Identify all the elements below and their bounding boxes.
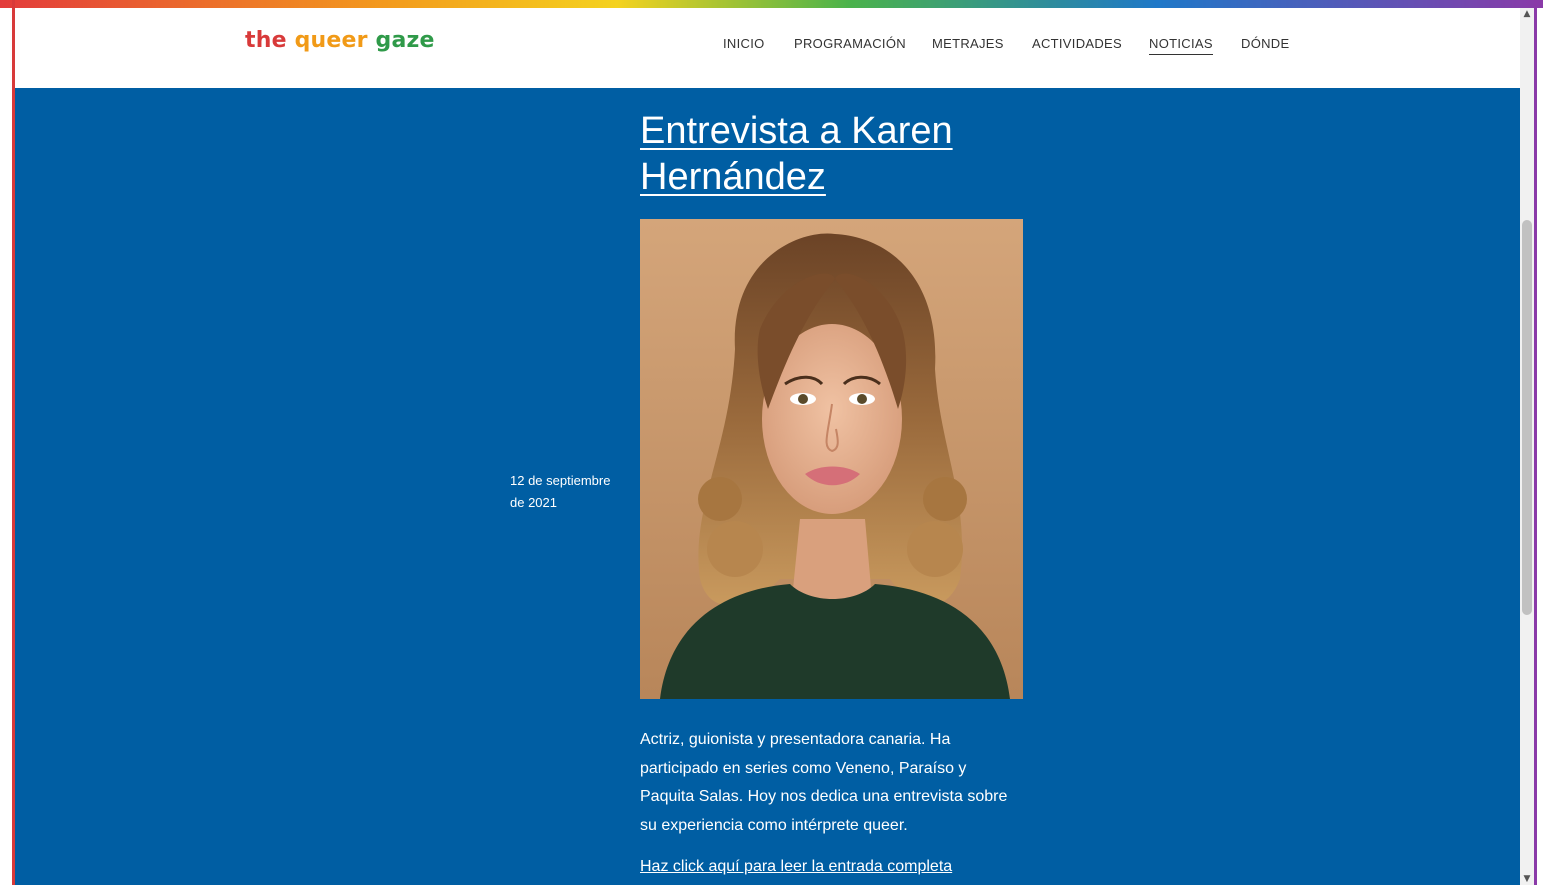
post-area: Entrevista a Karen Hernández 12 de septi… bbox=[15, 88, 1520, 885]
nav-item-noticias[interactable]: NOTICIAS bbox=[1149, 36, 1213, 55]
nav-item-programacion[interactable]: PROGRAMACIÓN bbox=[794, 36, 906, 51]
chevron-down-icon[interactable]: ▼ bbox=[1520, 873, 1534, 885]
post-date: 12 de septiembre de 2021 bbox=[510, 473, 611, 510]
site-logo[interactable]: the queer gaze bbox=[245, 28, 435, 53]
nav-item-actividades[interactable]: ACTIVIDADES bbox=[1032, 36, 1122, 51]
logo-word-the: the bbox=[245, 28, 287, 53]
page-scrollbar[interactable]: ▲ ▼ bbox=[1520, 8, 1534, 885]
logo-word-gaze: gaze bbox=[375, 28, 435, 53]
post-excerpt: Actriz, guionista y presentadora canaria… bbox=[640, 731, 1008, 834]
site-header: the queer gaze INICIO PROGRAMACIÓN METRA… bbox=[15, 8, 1520, 88]
rainbow-frame-top bbox=[0, 0, 1543, 8]
post-title[interactable]: Entrevista a Karen Hernández bbox=[640, 108, 1060, 200]
scrollbar-thumb[interactable] bbox=[1522, 220, 1532, 615]
post-featured-image[interactable] bbox=[640, 219, 1023, 699]
nav-item-donde[interactable]: DÓNDE bbox=[1241, 36, 1289, 51]
nav-item-metrajes[interactable]: METRAJES bbox=[932, 36, 1004, 51]
portrait-illustration bbox=[640, 219, 1023, 699]
logo-word-queer: queer bbox=[294, 28, 368, 53]
read-more-link[interactable]: Haz click aquí para leer la entrada comp… bbox=[640, 858, 952, 876]
chevron-up-icon[interactable]: ▲ bbox=[1520, 8, 1534, 20]
nav-item-inicio[interactable]: INICIO bbox=[723, 36, 765, 51]
frame-right-border bbox=[1534, 0, 1537, 885]
